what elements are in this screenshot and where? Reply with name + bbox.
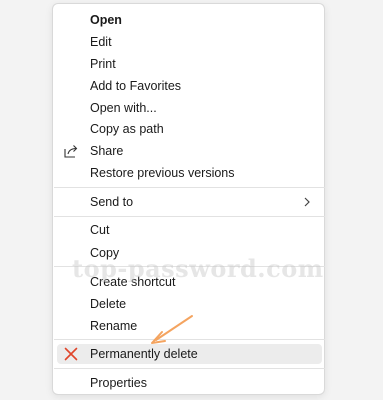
menu-item-open[interactable]: Open <box>57 10 322 30</box>
close-x-icon <box>63 346 79 362</box>
menu-item-open-with[interactable]: Open with... <box>57 98 322 118</box>
menu-item-rename-label: Rename <box>90 319 138 333</box>
menu-item-open-with-label: Open with... <box>90 101 157 115</box>
menu-item-restore-previous-versions[interactable]: Restore previous versions <box>57 163 322 183</box>
menu-item-edit-label: Edit <box>90 35 112 49</box>
chevron-right-icon <box>302 195 312 209</box>
menu-item-send-to-label: Send to <box>90 195 134 209</box>
menu-separator <box>54 216 325 217</box>
arrow-icon <box>148 312 196 353</box>
menu-item-copy-as-path-label: Copy as path <box>90 122 164 136</box>
menu-item-cut-label: Cut <box>90 223 110 237</box>
menu-item-copy-as-path[interactable]: Copy as path <box>57 119 322 139</box>
menu-separator <box>54 187 325 188</box>
menu-item-send-to[interactable]: Send to <box>57 192 322 212</box>
menu-item-add-to-favorites-label: Add to Favorites <box>90 79 182 93</box>
menu-item-print[interactable]: Print <box>57 54 322 74</box>
menu-item-properties[interactable]: Properties <box>57 373 322 393</box>
menu-item-delete[interactable]: Delete <box>57 294 322 314</box>
menu-item-delete-label: Delete <box>90 297 127 311</box>
watermark-text: top-password.com <box>72 254 324 283</box>
menu-item-open-label: Open <box>90 13 122 27</box>
menu-separator <box>54 368 325 369</box>
menu-item-cut[interactable]: Cut <box>57 220 322 240</box>
menu-item-properties-label: Properties <box>90 376 147 390</box>
menu-item-edit[interactable]: Edit <box>57 32 322 52</box>
menu-item-restore-previous-versions-label: Restore previous versions <box>90 166 235 180</box>
menu-item-add-to-favorites[interactable]: Add to Favorites <box>57 76 322 96</box>
menu-item-share[interactable]: Share <box>57 141 322 161</box>
menu-item-share-label: Share <box>90 144 124 158</box>
menu-item-print-label: Print <box>90 57 116 71</box>
share-icon <box>63 143 79 159</box>
